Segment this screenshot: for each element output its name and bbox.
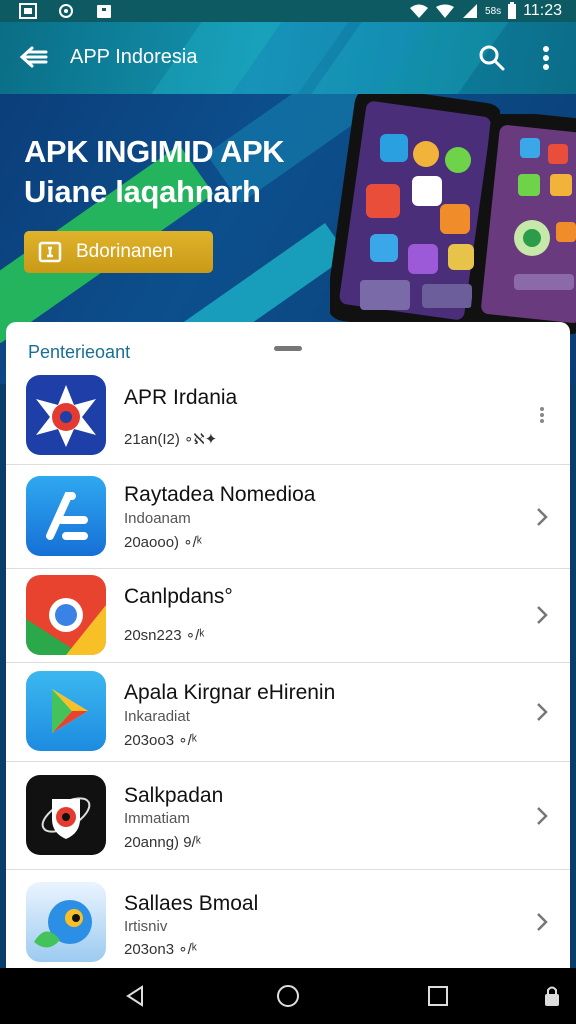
banner-headline-line1: APK INGIMID APK bbox=[24, 134, 285, 169]
nav-home-icon[interactable] bbox=[276, 984, 300, 1008]
banner-headline-line2: Uiane laqahnarh bbox=[24, 174, 261, 209]
status-bar: 58s 11:23 bbox=[0, 0, 576, 22]
drag-handle[interactable] bbox=[274, 346, 302, 351]
app-meta: 203on3 ∘/ᵏ bbox=[124, 941, 197, 958]
app-subtitle: Inkaradiat bbox=[124, 708, 190, 725]
bird-icon bbox=[26, 882, 106, 962]
list-item[interactable]: Salkpadan Immatiam 20anng) 9/ᵏ bbox=[6, 762, 570, 870]
wifi-icon bbox=[410, 4, 429, 18]
app-meta: 21an(I2) ∘ℵ✦ bbox=[124, 431, 218, 448]
banner-cta-label: Bdorinanen bbox=[76, 241, 174, 262]
list-item[interactable]: Canlpdans° 20sn223 ∘/ᵏ bbox=[6, 569, 570, 663]
signal-icon bbox=[436, 4, 455, 18]
bag-notification-icon bbox=[97, 5, 111, 18]
list-item[interactable]: APR Irdania 21an(I2) ∘ℵ✦ bbox=[6, 366, 570, 465]
cell-signal-icon bbox=[463, 4, 478, 18]
more-options-icon[interactable] bbox=[532, 42, 560, 74]
list-item[interactable]: Sallaes Bmoal Irtisniv 203on3 ∘/ᵏ bbox=[6, 870, 570, 968]
app-name: APR Irdania bbox=[124, 386, 238, 409]
shield-notification-icon bbox=[59, 4, 73, 18]
shield-eye-icon bbox=[26, 775, 106, 855]
app-bar-title: APP Indoresia bbox=[70, 46, 198, 68]
app-name: Apala Kirgnar eHirenin bbox=[124, 681, 336, 704]
app-list-sheet: Penterieoant APR Irdania 21an(I2) ∘ℵ✦ Ra… bbox=[6, 322, 570, 968]
app-meta: 20sn223 ∘/ᵏ bbox=[124, 627, 205, 644]
nav-recents-icon[interactable] bbox=[426, 984, 450, 1008]
nav-back-icon[interactable] bbox=[124, 984, 148, 1008]
app-store-icon bbox=[26, 476, 106, 556]
sheet-title: Penterieoant bbox=[28, 342, 131, 362]
chevron-right-icon[interactable] bbox=[532, 603, 552, 627]
chevron-right-icon[interactable] bbox=[532, 910, 552, 934]
play-store-icon bbox=[26, 671, 106, 751]
app-subtitle: Indoanam bbox=[124, 510, 191, 527]
chevron-right-icon[interactable] bbox=[532, 700, 552, 724]
app-subtitle: Immatiam bbox=[124, 810, 190, 827]
gallery-notification-icon bbox=[19, 3, 37, 19]
app-meta: 20aooo) ∘/ᵏ bbox=[124, 534, 202, 551]
app-subtitle: Irtisniv bbox=[124, 918, 168, 935]
app-bar: APP Indoresia bbox=[0, 22, 576, 94]
search-icon[interactable] bbox=[476, 42, 508, 74]
app-name: Canlpdans° bbox=[124, 585, 233, 608]
status-small-label: 58s bbox=[485, 5, 502, 17]
lock-icon[interactable] bbox=[542, 984, 562, 1008]
system-nav-bar bbox=[0, 968, 576, 1024]
back-arrow-icon[interactable] bbox=[16, 40, 50, 74]
app-name: Sallaes Bmoal bbox=[124, 892, 259, 915]
chevron-right-icon[interactable] bbox=[532, 804, 552, 828]
list-item[interactable]: Apala Kirgnar eHirenin Inkaradiat 203oo3… bbox=[6, 663, 570, 762]
battery-icon bbox=[508, 2, 517, 19]
status-time: 11:23 bbox=[523, 2, 562, 19]
more-vert-icon[interactable] bbox=[532, 403, 552, 427]
chrome-icon bbox=[26, 575, 106, 655]
download-box-icon bbox=[38, 241, 62, 263]
banner-cta-button[interactable]: Bdorinanen bbox=[24, 231, 213, 273]
app-meta: 20anng) 9/ᵏ bbox=[124, 834, 201, 851]
app-name: Raytadea Nomedioa bbox=[124, 483, 316, 506]
list-item[interactable]: Raytadea Nomedioa Indoanam 20aooo) ∘/ᵏ bbox=[6, 465, 570, 569]
app-name: Salkpadan bbox=[124, 784, 224, 807]
chevron-right-icon[interactable] bbox=[532, 505, 552, 529]
app-meta: 203oo3 ∘/ᵏ bbox=[124, 732, 197, 749]
star-shield-icon bbox=[26, 375, 106, 455]
phone-illustration-2-icon bbox=[470, 114, 576, 334]
